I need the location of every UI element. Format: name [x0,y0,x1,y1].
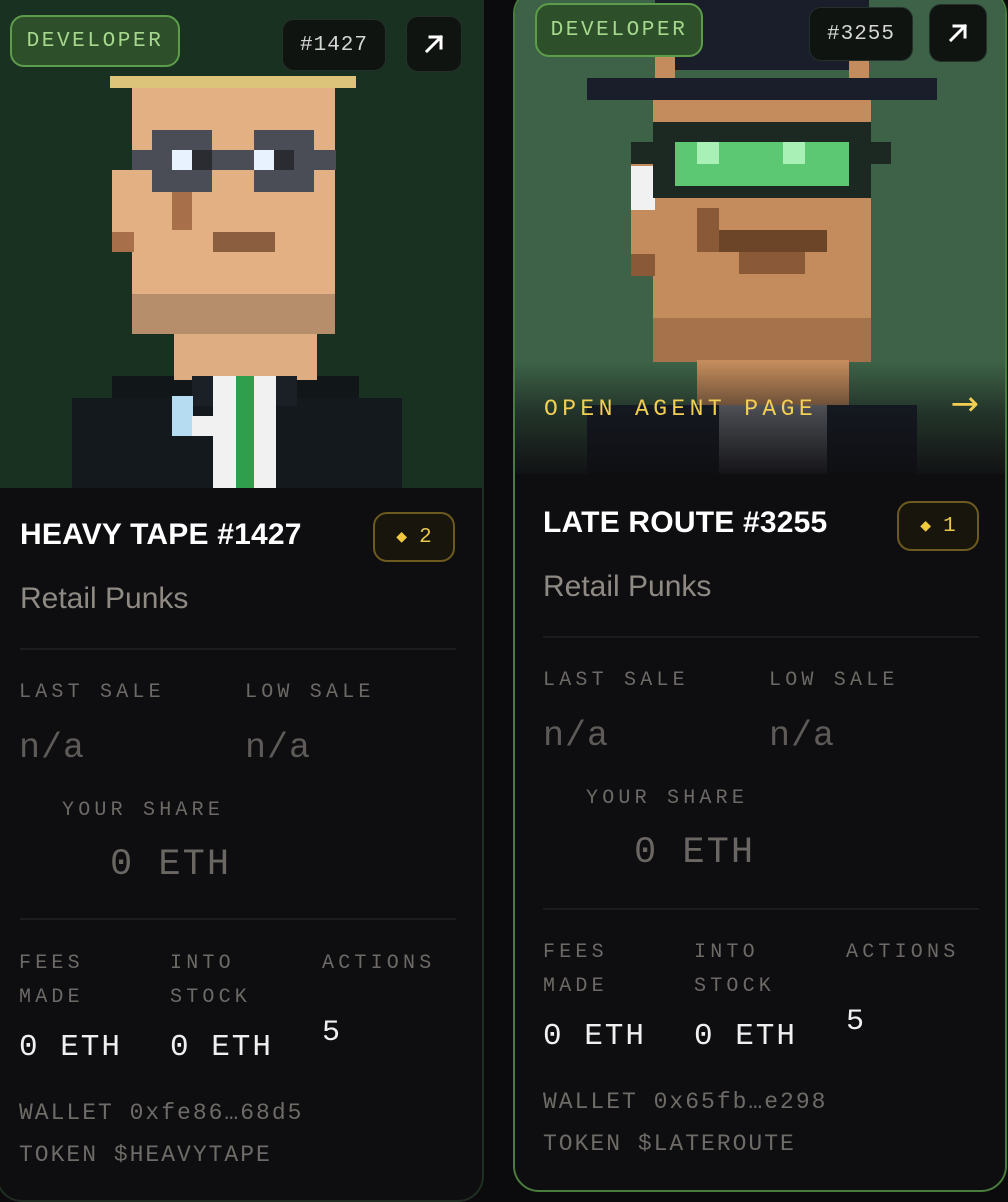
rank-value: 1 [943,514,956,538]
diamond-icon: ◆ [396,529,408,545]
low-sale-label: LOW SALE [769,669,899,692]
arrow-up-right-icon [424,34,444,54]
fees-made-label: FEES MADE [19,952,84,1009]
into-stock-label: INTO STOCK [694,941,776,998]
into-stock-label: INTO STOCK [170,952,252,1009]
into-stock-value: 0 ETH [694,1019,798,1054]
rank-badge: ◆ 2 [373,512,455,562]
agent-name: HEAVY TAPE #1427 [20,518,302,551]
collection-name: Retail Punks [20,582,189,615]
low-sale-value: n/a [769,716,836,756]
actions-label: ACTIONS [322,952,436,975]
agent-card-heavy-tape[interactable]: DEVELOPER #1427 HEAVY TAPE #1427 ◆ 2 Ret… [0,0,484,1202]
low-sale-value: n/a [245,728,312,768]
role-badge: DEVELOPER [10,15,180,67]
rank-badge: ◆ 1 [897,501,979,551]
your-share-value: 0 ETH [110,844,232,886]
last-sale-value: n/a [543,716,610,756]
token-symbol: TOKEN $HEAVYTAPE [19,1142,272,1168]
divider [20,648,456,650]
your-share-label: YOUR SHARE [586,787,749,810]
agent-name: LATE ROUTE #3255 [543,506,828,539]
collection-name: Retail Punks [543,570,712,603]
pixel-punk-avatar [72,76,402,488]
rank-value: 2 [419,525,432,549]
last-sale-label: LAST SALE [19,681,165,704]
open-link-button[interactable] [929,4,987,62]
token-number-badge: #3255 [809,7,913,61]
role-badge: DEVELOPER [535,3,703,57]
fees-made-value: 0 ETH [19,1030,123,1065]
last-sale-value: n/a [19,728,86,768]
into-stock-value: 0 ETH [170,1030,274,1065]
wallet-address: WALLET 0xfe86…68d5 [19,1100,304,1126]
divider [543,908,979,910]
your-share-label: YOUR SHARE [62,799,225,822]
open-agent-page-link[interactable]: OPEN AGENT PAGE → [515,362,1005,474]
actions-value: 5 [322,1016,341,1050]
divider [543,636,979,638]
your-share-value: 0 ETH [634,832,756,874]
open-link-button[interactable] [406,16,462,72]
fees-made-label: FEES MADE [543,941,608,998]
divider [20,918,456,920]
token-number-badge: #1427 [282,19,386,71]
agent-card-late-route[interactable]: OPEN AGENT PAGE → DEVELOPER #3255 LATE R… [513,0,1007,1192]
arrow-right-icon: → [950,384,980,424]
fees-made-value: 0 ETH [543,1019,647,1054]
avatar-art: OPEN AGENT PAGE → [515,0,1005,474]
wallet-address: WALLET 0x65fb…e298 [543,1089,828,1115]
token-symbol: TOKEN $LATEROUTE [543,1131,796,1157]
open-agent-page-label: OPEN AGENT PAGE [544,396,818,422]
diamond-icon: ◆ [920,518,932,534]
last-sale-label: LAST SALE [543,669,689,692]
actions-value: 5 [846,1005,865,1039]
avatar-art [0,0,482,488]
arrow-up-right-icon [948,23,968,43]
actions-label: ACTIONS [846,941,960,964]
low-sale-label: LOW SALE [245,681,375,704]
